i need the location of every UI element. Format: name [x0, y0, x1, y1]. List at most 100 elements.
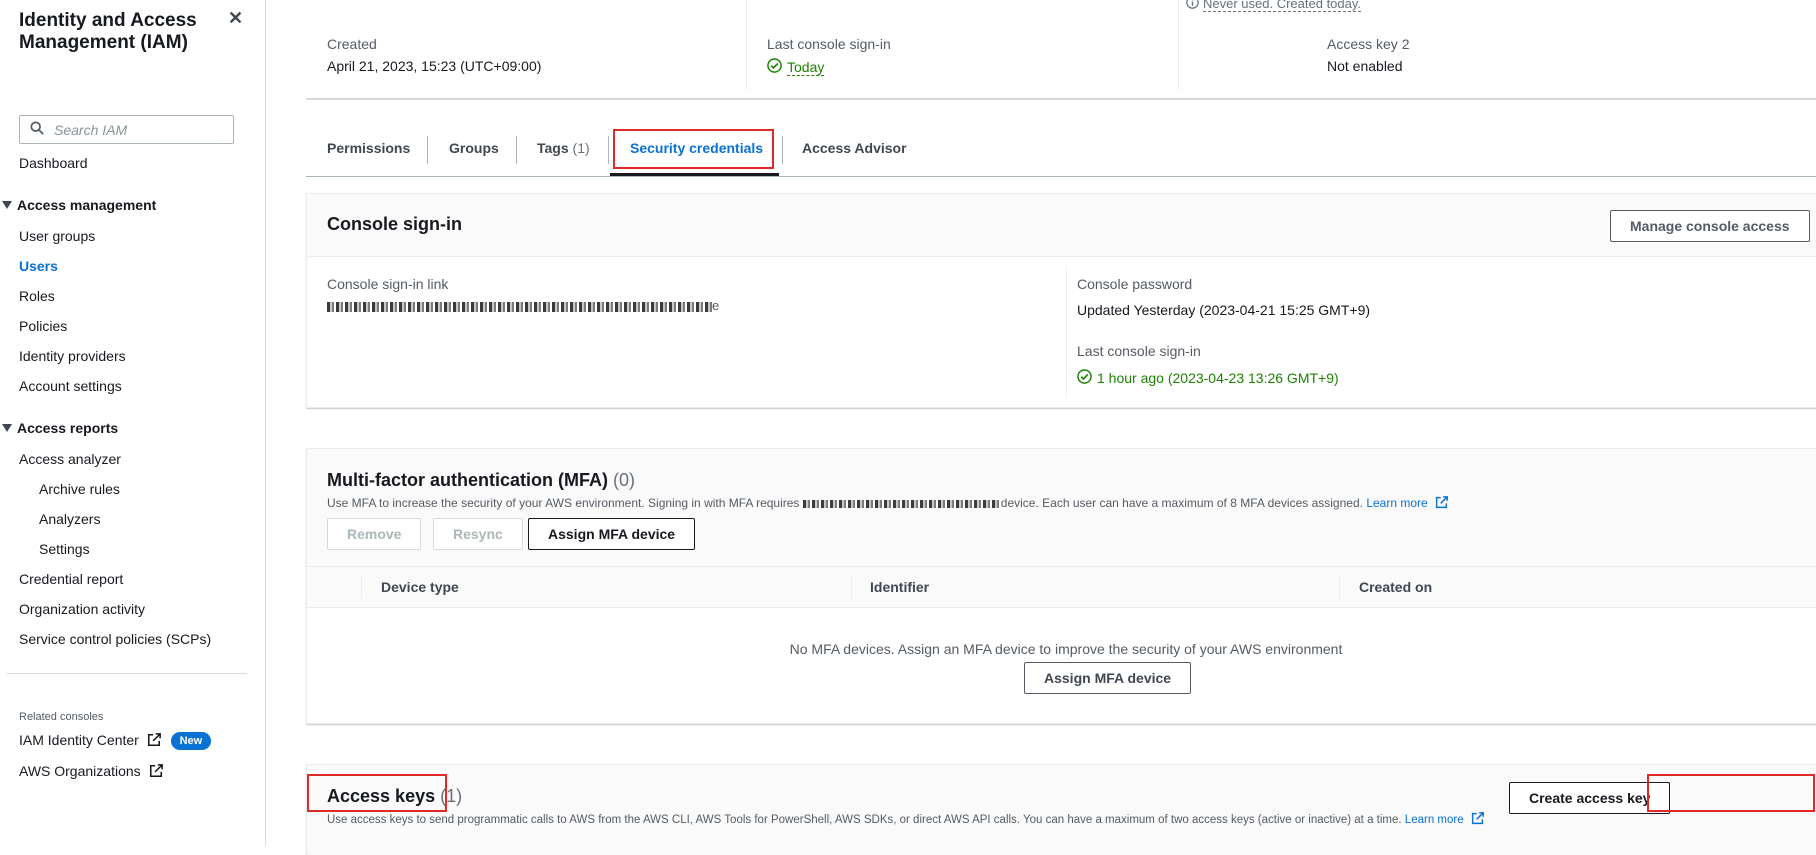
sidebar-item-settings[interactable]: Settings: [39, 541, 90, 557]
highlight-security-credentials-tab: [613, 129, 774, 169]
sidebar-item-scps[interactable]: Service control policies (SCPs): [19, 631, 211, 647]
last-console-signin-value: 1 hour ago (2023-04-23 13:26 GMT+9): [1097, 370, 1339, 386]
signin-link-value[interactable]: e: [327, 298, 719, 313]
last-signin-value[interactable]: Today: [787, 59, 824, 76]
empty-assign-mfa-device-button[interactable]: Assign MFA device: [1024, 662, 1191, 694]
column-divider: [851, 576, 852, 598]
tab-divider: [427, 136, 428, 164]
tab-tags-count: (1): [573, 140, 590, 156]
user-summary-panel: Never used. Created today. Created April…: [306, 0, 1816, 100]
info-icon: [1186, 0, 1199, 12]
tab-divider: [516, 136, 517, 164]
divider: [746, 0, 747, 90]
access-keys-header: Access keys (1) Use access keys to send …: [307, 765, 1816, 855]
caret-down-icon: [2, 201, 12, 209]
mfa-table-header: Device type Identifier Created on: [307, 567, 1816, 608]
last-console-signin-status: 1 hour ago (2023-04-23 13:26 GMT+9): [1077, 369, 1339, 387]
sidebar-item-access-analyzer[interactable]: Access analyzer: [19, 451, 121, 467]
sidebar: Identity and Access Management (IAM) ✕ D…: [0, 0, 266, 846]
sidebar-item-dashboard[interactable]: Dashboard: [19, 155, 88, 171]
mfa-empty-state: No MFA devices. Assign an MFA device to …: [307, 608, 1816, 657]
resync-mfa-button[interactable]: Resync: [433, 518, 523, 550]
console-signin-header: Console sign-in Manage console access: [307, 194, 1816, 257]
external-link-icon[interactable]: [1435, 496, 1448, 512]
redacted-signin-link: [327, 302, 712, 312]
check-circle-icon: [1077, 369, 1092, 387]
tab-bar: Permissions Groups Tags (1) Security cre…: [306, 128, 1816, 177]
sidebar-item-policies[interactable]: Policies: [19, 318, 67, 334]
last-console-signin-label: Last console sign-in: [1077, 343, 1201, 359]
redacted-text: [803, 500, 1001, 508]
sidebar-section-access-management[interactable]: Access management: [2, 197, 156, 213]
access-key-1-note: Never used. Created today.: [1186, 0, 1361, 12]
sidebar-section-label: Access reports: [17, 420, 118, 436]
mfa-desc-suffix: device. Each user can have a maximum of …: [1001, 496, 1363, 510]
created-value: April 21, 2023, 15:23 (UTC+09:00): [327, 58, 541, 74]
search-box[interactable]: [19, 115, 234, 144]
access-keys-learn-more-link[interactable]: Learn more: [1405, 814, 1464, 826]
sidebar-item-analyzers[interactable]: Analyzers: [39, 511, 100, 527]
highlight-create-access-key: [1647, 774, 1815, 812]
remove-mfa-button[interactable]: Remove: [327, 518, 421, 550]
tab-tags[interactable]: Tags (1): [537, 140, 590, 156]
sidebar-item-iam-identity-center[interactable]: IAM Identity Center New: [19, 732, 211, 750]
console-password-label: Console password: [1077, 276, 1192, 292]
main-content: Never used. Created today. Created April…: [266, 0, 1816, 846]
sidebar-section-label: Access management: [17, 197, 156, 213]
mfa-description: Use MFA to increase the security of your…: [327, 496, 1448, 512]
highlight-access-keys-title: [307, 774, 447, 812]
assign-mfa-device-button[interactable]: Assign MFA device: [528, 518, 695, 550]
access-key-1-note-text[interactable]: Never used. Created today.: [1203, 0, 1361, 12]
divider: [1178, 0, 1179, 90]
new-badge: New: [171, 732, 212, 750]
mfa-container: Multi-factor authentication (MFA) (0) Us…: [306, 448, 1816, 724]
access-key-2-value: Not enabled: [1327, 58, 1403, 74]
sidebar-item-archive-rules[interactable]: Archive rules: [39, 481, 120, 497]
sidebar-title[interactable]: Identity and Access Management (IAM): [19, 10, 219, 54]
access-keys-description: Use access keys to send programmatic cal…: [327, 812, 1484, 828]
access-keys-desc-text: Use access keys to send programmatic cal…: [327, 814, 1402, 826]
tab-tags-label: Tags: [537, 140, 569, 156]
sidebar-item-aws-organizations[interactable]: AWS Organizations: [19, 763, 163, 781]
search-icon: [30, 121, 44, 138]
sidebar-item-credential-report[interactable]: Credential report: [19, 571, 123, 587]
check-circle-icon: [767, 58, 782, 76]
signin-link-label: Console sign-in link: [327, 276, 448, 292]
mfa-header: Multi-factor authentication (MFA) (0) Us…: [307, 449, 1816, 567]
column-divider: [1339, 576, 1340, 598]
column-identifier[interactable]: Identifier: [870, 579, 929, 595]
access-key-2-label: Access key 2: [1327, 36, 1409, 52]
mfa-desc-prefix: Use MFA to increase the security of your…: [327, 496, 799, 510]
mfa-count: (0): [613, 470, 635, 490]
mfa-title-text: Multi-factor authentication (MFA): [327, 470, 608, 490]
created-label: Created: [327, 36, 377, 52]
sidebar-item-user-groups[interactable]: User groups: [19, 228, 95, 244]
mfa-title: Multi-factor authentication (MFA) (0): [327, 470, 635, 491]
tab-access-advisor[interactable]: Access Advisor: [802, 140, 907, 156]
last-signin-status: Today: [767, 58, 824, 76]
tab-divider: [782, 136, 783, 164]
access-keys-container: Access keys (1) Use access keys to send …: [306, 764, 1816, 854]
column-divider: [361, 576, 362, 598]
mfa-empty-text: No MFA devices. Assign an MFA device to …: [307, 641, 1816, 657]
sidebar-item-roles[interactable]: Roles: [19, 288, 55, 304]
sidebar-item-identity-providers[interactable]: Identity providers: [19, 348, 126, 364]
sidebar-item-users[interactable]: Users: [19, 258, 58, 274]
close-icon[interactable]: ✕: [228, 8, 243, 29]
manage-console-access-button[interactable]: Manage console access: [1610, 210, 1810, 242]
console-password-value: Updated Yesterday (2023-04-21 15:25 GMT+…: [1077, 302, 1370, 318]
search-input[interactable]: [52, 121, 226, 139]
last-signin-label: Last console sign-in: [767, 36, 891, 52]
sidebar-item-organization-activity[interactable]: Organization activity: [19, 601, 145, 617]
tab-divider: [608, 136, 609, 164]
tab-groups[interactable]: Groups: [449, 140, 499, 156]
column-device-type[interactable]: Device type: [381, 579, 459, 595]
sidebar-section-access-reports[interactable]: Access reports: [2, 420, 118, 436]
tab-permissions[interactable]: Permissions: [327, 140, 410, 156]
column-created-on[interactable]: Created on: [1359, 579, 1432, 595]
external-link-icon: [147, 733, 161, 750]
sidebar-item-account-settings[interactable]: Account settings: [19, 378, 122, 394]
mfa-learn-more-link[interactable]: Learn more: [1366, 496, 1427, 510]
external-link-icon[interactable]: [1471, 812, 1484, 828]
signin-link-suffix: e: [712, 298, 719, 313]
